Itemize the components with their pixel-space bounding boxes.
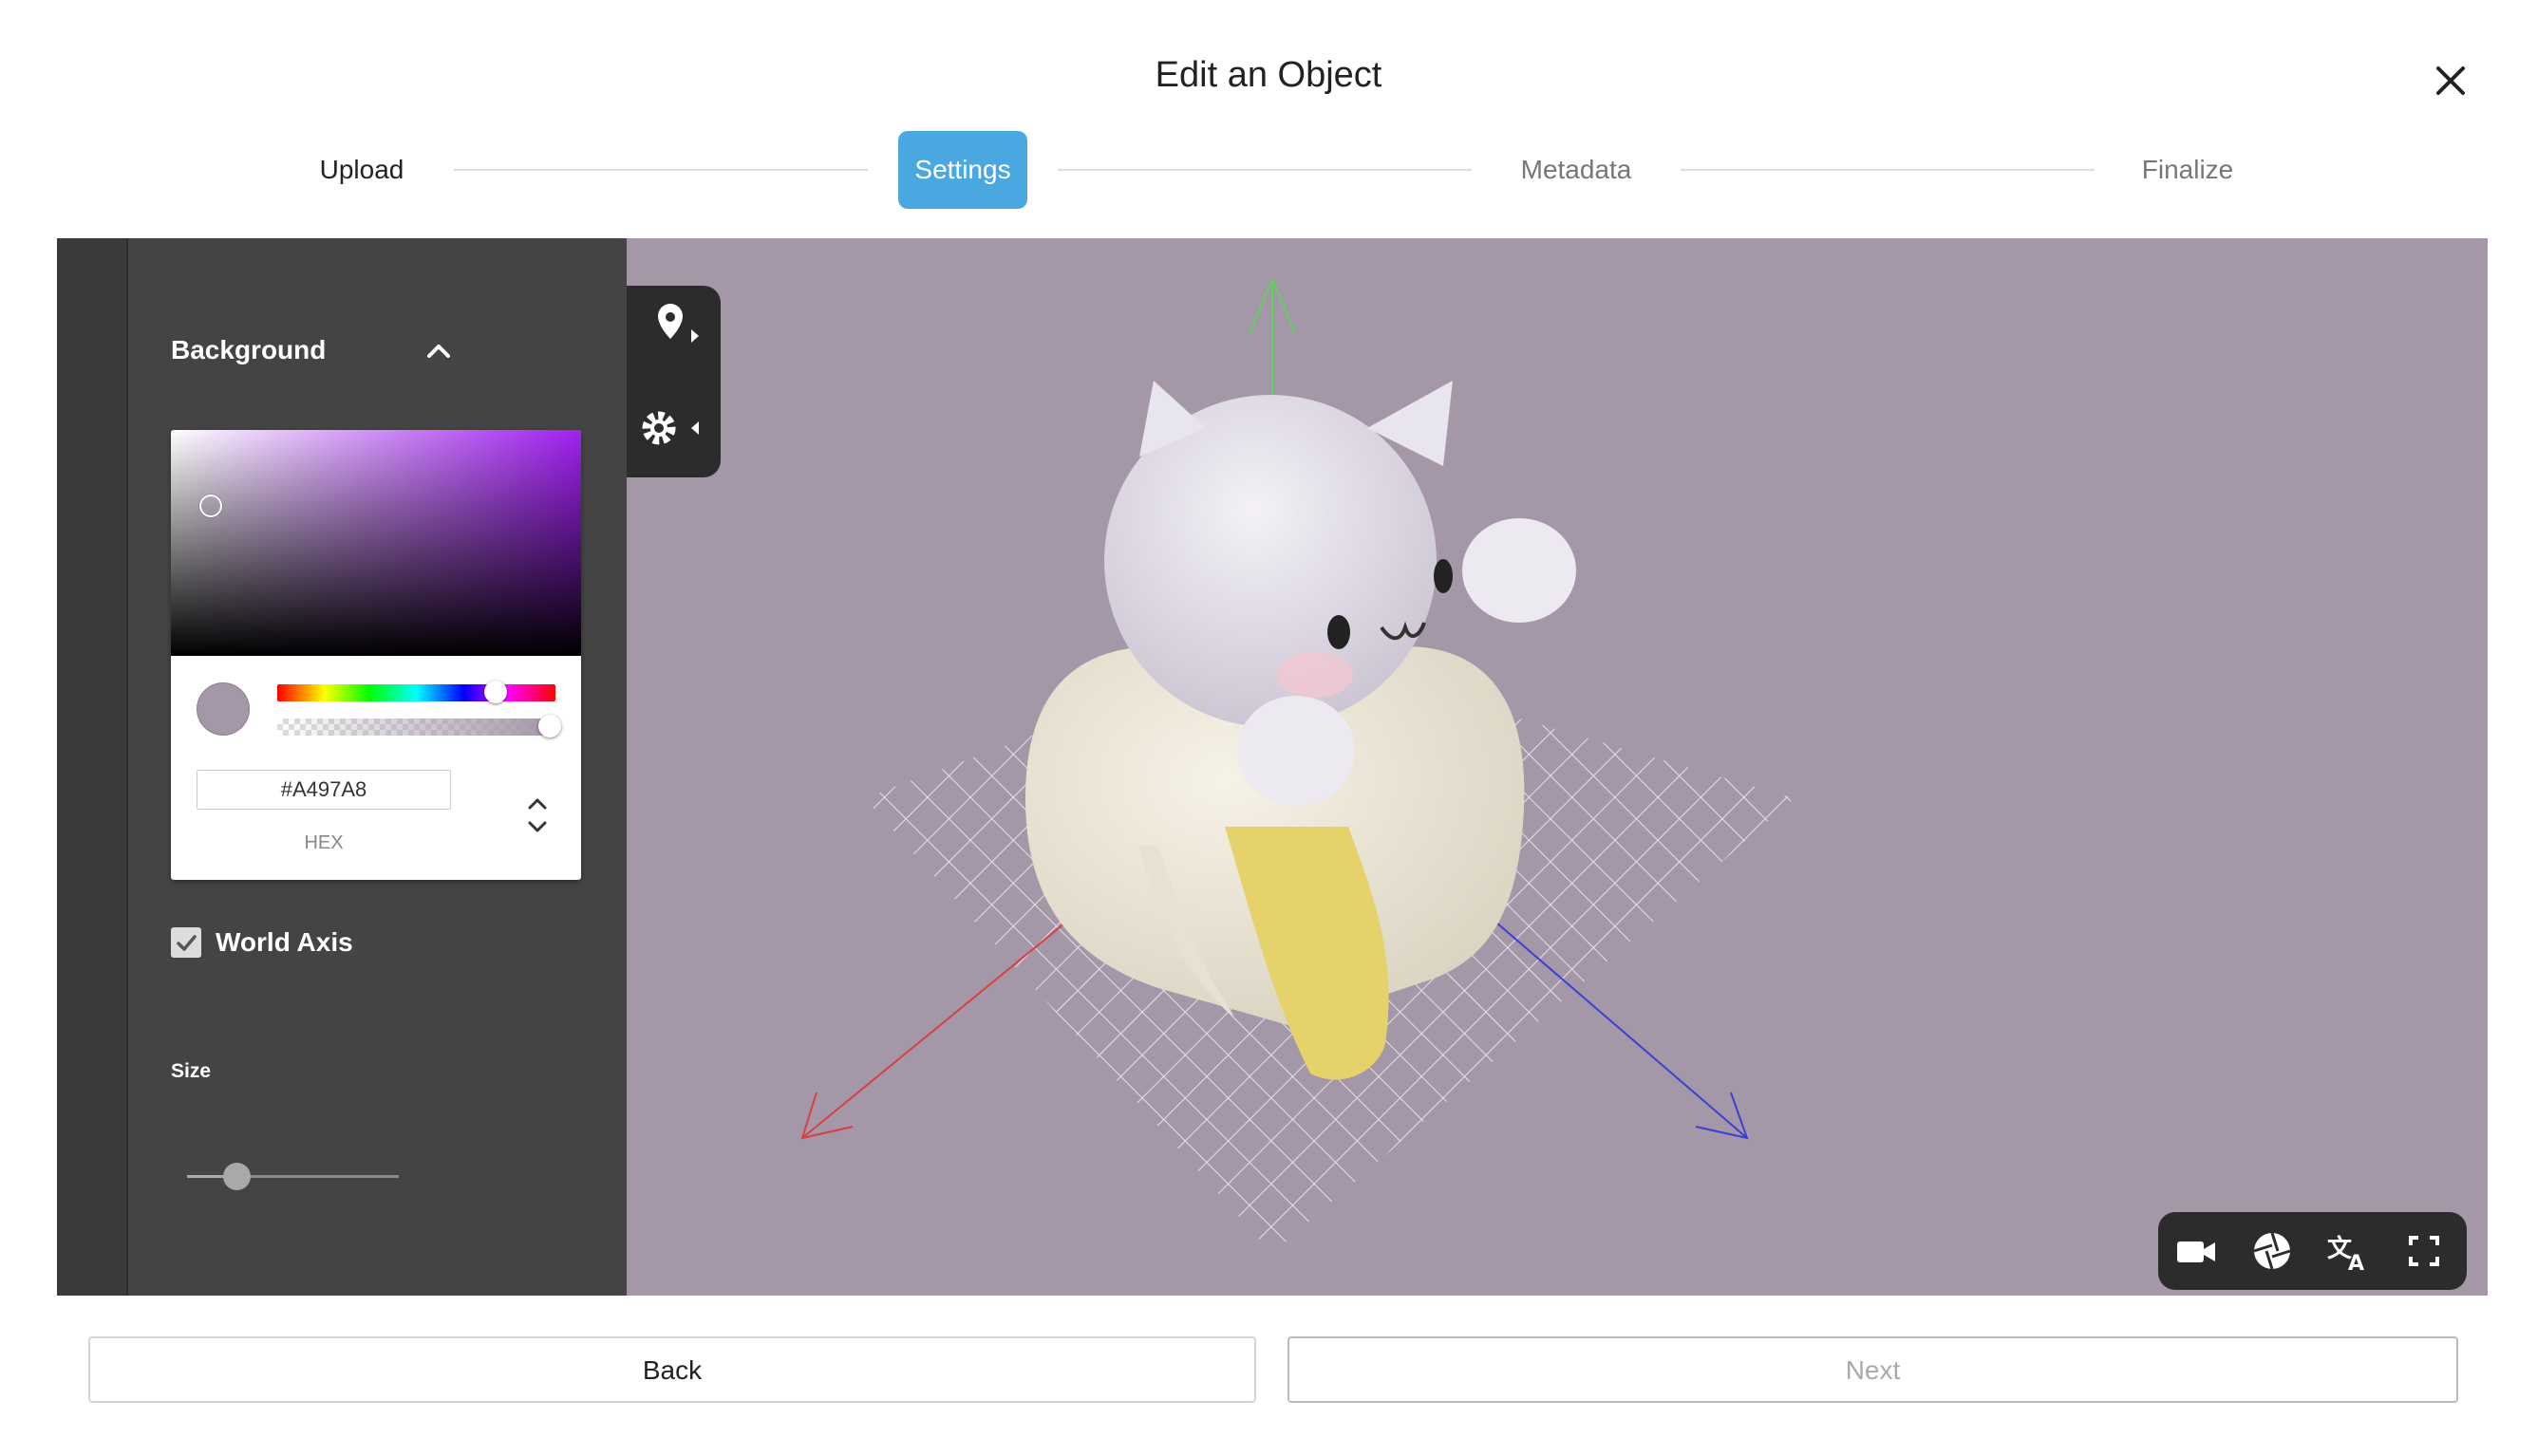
camera-icon [2177,1241,2215,1262]
fullscreen-button[interactable] [2401,1228,2447,1274]
step-upload[interactable]: Upload [285,131,439,209]
size-slider-thumb[interactable] [223,1163,251,1190]
next-button[interactable]: Next [1287,1336,2458,1403]
settings-gear-icon [642,411,699,445]
color-swatch [197,682,250,736]
step-metadata[interactable]: Metadata [1498,131,1654,209]
translate-button[interactable]: 文 A [2325,1228,2371,1276]
up-down-arrows-icon [528,798,547,832]
svg-text:A: A [2348,1252,2364,1274]
x-axis [801,892,1102,1139]
lighting-aperture-icon [2253,1232,2291,1270]
cat-paw-raised [1462,518,1576,623]
settings-tool-button[interactable] [627,385,721,471]
side-rail [57,238,128,1296]
step-progress: Upload Settings Metadata Finalize [0,131,2537,209]
saturation-handle[interactable] [199,495,222,517]
lighting-button[interactable] [2249,1228,2295,1274]
scene-canvas[interactable] [627,238,2488,1296]
object-editor: Background HEX [57,238,2488,1296]
size-label: Size [171,1060,212,1082]
chevron-up-icon [427,345,450,358]
step-finalize[interactable]: Finalize [2110,131,2265,209]
translate-icon: 文 A [2327,1234,2364,1276]
dialog-title: Edit an Object [1155,55,1382,95]
cat-paw-front [1237,696,1355,806]
alpha-handle[interactable] [538,715,561,737]
fullscreen-icon [2409,1236,2439,1266]
saturation-area[interactable] [171,430,581,656]
step-connector [1681,169,2095,171]
hue-slider[interactable] [277,684,555,701]
close-button[interactable] [2431,61,2471,101]
world-axis-label: World Axis [216,927,353,957]
step-connector [1058,169,1472,171]
step-connector [454,169,868,171]
viewport-bottom-toolbar: 文 A [2158,1212,2467,1290]
step-settings[interactable]: Settings [898,131,1027,209]
alpha-slider[interactable] [277,719,555,736]
cat-eye [1434,559,1453,593]
background-heading[interactable]: Background [171,335,326,365]
settings-panel: Background HEX [128,238,627,1296]
color-picker: HEX [171,430,581,880]
hue-handle[interactable] [484,681,507,703]
cat-eye [1327,615,1350,649]
annotation-tool-button[interactable] [627,293,721,379]
3d-viewport[interactable]: 文 A [627,238,2488,1296]
camera-button[interactable] [2173,1228,2219,1274]
hex-label: HEX [304,832,344,853]
collapse-background-button[interactable] [424,337,453,365]
close-icon [2436,66,2465,95]
checkmark-icon [177,935,197,951]
back-button[interactable]: Back [88,1336,1256,1403]
color-mode-toggle[interactable] [522,794,553,836]
annotation-pin-icon [658,304,699,343]
viewport-left-toolbar [627,286,721,477]
cat-cheek [1277,652,1353,698]
hex-input[interactable] [197,770,451,810]
world-axis-checkbox[interactable] [171,927,201,958]
